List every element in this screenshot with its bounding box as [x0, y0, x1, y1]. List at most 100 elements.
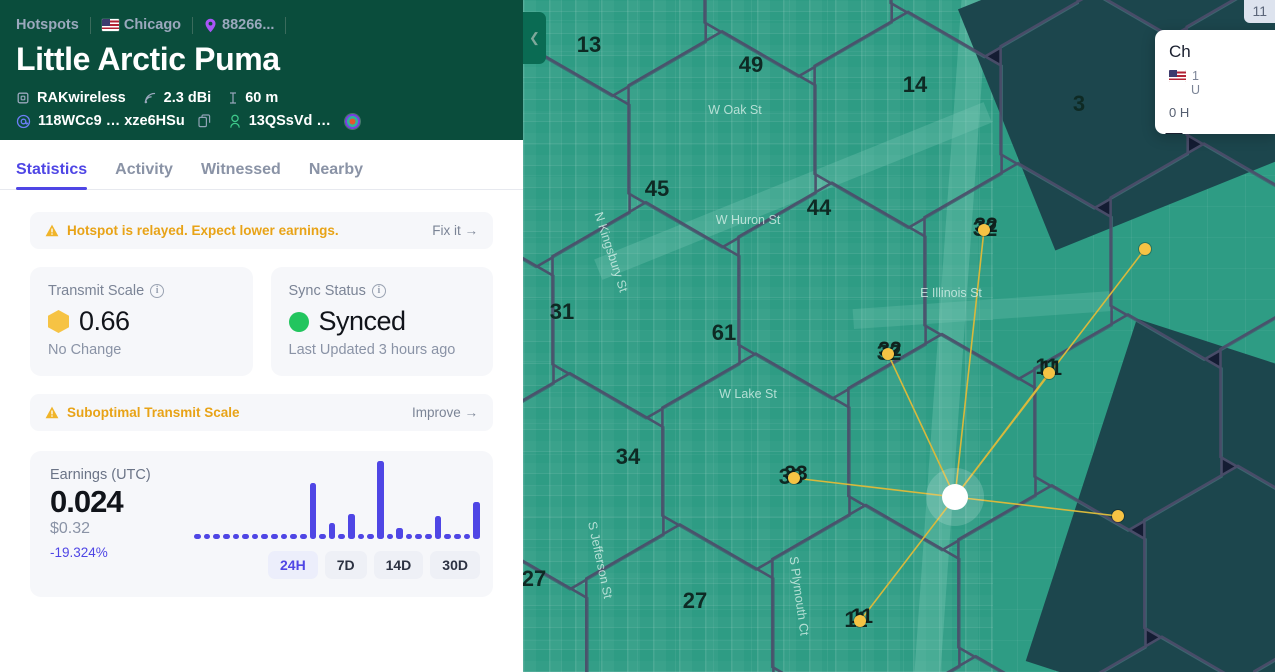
map-popup-card[interactable]: Ch 1 U 0 H: [1155, 30, 1275, 134]
antenna-gain-label: 2.3 dBi: [163, 90, 212, 107]
chart-bar[interactable]: [396, 528, 403, 539]
chart-bar[interactable]: [213, 534, 220, 539]
tab-statistics[interactable]: Statistics: [16, 162, 88, 190]
maker-label: RAKwireless: [37, 90, 126, 107]
hex-label: 13: [576, 32, 602, 57]
hex-label: 44: [806, 195, 832, 220]
range-label: 14D: [385, 557, 412, 573]
street-label: W Huron St: [715, 213, 781, 227]
street-label: S Jefferson St: [585, 520, 615, 600]
witness-marker[interactable]: [978, 224, 990, 236]
location-pin-icon: [204, 18, 217, 33]
hotspot-address: 118WCc9 … xze6HSu: [38, 113, 185, 130]
chart-bar[interactable]: [357, 534, 365, 539]
chart-bar[interactable]: [348, 514, 355, 539]
earnings-card: Earnings (UTC) 0.024 $0.32 -19.324% 24H …: [30, 451, 493, 597]
chart-bar[interactable]: [415, 534, 422, 539]
range-button-24h[interactable]: 24H: [268, 551, 318, 579]
chart-bar[interactable]: [463, 534, 471, 539]
avatar: [344, 113, 360, 129]
range-button-14d[interactable]: 14D: [373, 551, 424, 579]
chart-bar[interactable]: [444, 534, 451, 539]
chart-bar[interactable]: [222, 534, 230, 539]
chart-bar[interactable]: [425, 534, 432, 539]
info-icon[interactable]: i: [150, 284, 165, 298]
witness-marker[interactable]: [1139, 243, 1151, 255]
chart-bar[interactable]: [434, 515, 442, 539]
breadcrumb: Hotspots Chicago 88266...: [16, 10, 507, 40]
breadcrumb-item-chicago[interactable]: Chicago: [101, 17, 181, 33]
earnings-usd: $0.32: [50, 520, 91, 538]
hotspot-detail-panel: Hotspots Chicago 88266... Little Arctic …: [0, 0, 523, 672]
relay-alert-action[interactable]: Fix it →: [432, 223, 478, 238]
info-icon[interactable]: i: [371, 284, 386, 298]
chart-bar[interactable]: [261, 534, 268, 539]
map-view[interactable]: 1349143454431613232113433272711W Oak StW…: [523, 0, 1275, 672]
chart-bar[interactable]: [203, 534, 211, 539]
hotspot-marker[interactable]: [942, 484, 968, 510]
chart-bar[interactable]: [299, 534, 307, 539]
breadcrumb-item-hotspots[interactable]: Hotspots: [16, 17, 79, 33]
relay-alert-left: Hotspot is relayed. Expect lower earning…: [45, 223, 339, 238]
transmit-scale-label-row: Transmit Scale i: [48, 283, 235, 299]
chart-bar[interactable]: [194, 534, 201, 539]
breadcrumb-separator: [192, 16, 194, 34]
hex-label: 34: [615, 444, 641, 469]
chart-bar[interactable]: [309, 482, 317, 539]
owner-info[interactable]: 13QSsVd …: [228, 113, 360, 129]
sync-status-card: Sync Status i Synced Last Updated 3 hour…: [270, 267, 493, 376]
sync-status-value: Synced: [318, 306, 407, 336]
chart-bar[interactable]: [271, 534, 278, 539]
witness-marker[interactable]: [1112, 510, 1124, 522]
chart-bar[interactable]: [376, 461, 384, 539]
range-button-7d[interactable]: 7D: [324, 551, 367, 579]
suboptimal-alert: Suboptimal Transmit Scale Improve →: [30, 394, 493, 431]
tab-witnessed[interactable]: Witnessed: [201, 162, 281, 189]
witness-marker[interactable]: [882, 348, 894, 360]
chart-bar[interactable]: [328, 523, 336, 539]
chart-bar[interactable]: [367, 534, 374, 539]
breadcrumb-item-hex[interactable]: 88266...: [204, 17, 274, 33]
copy-icon[interactable]: [198, 114, 211, 128]
breadcrumb-label: Hotspots: [16, 17, 79, 33]
earnings-chart-area: 24H 7D 14D 30D: [190, 461, 480, 581]
warning-triangle-icon: [45, 406, 59, 419]
chart-bar[interactable]: [290, 534, 297, 539]
address-info: 118WCc9 … xze6HSu: [16, 113, 211, 129]
signal-icon: [143, 91, 157, 105]
chart-bar[interactable]: [242, 534, 249, 539]
chart-bar[interactable]: [319, 534, 326, 539]
witness-marker[interactable]: [1043, 367, 1055, 379]
hex-label: 14: [902, 72, 928, 97]
suboptimal-alert-action[interactable]: Improve →: [412, 405, 478, 420]
tab-nearby[interactable]: Nearby: [309, 162, 363, 189]
flag-usa-icon: [101, 19, 119, 31]
warning-triangle-icon: [45, 224, 59, 237]
person-icon: [228, 114, 242, 129]
breadcrumb-separator: [285, 16, 287, 34]
chart-bar[interactable]: [405, 534, 413, 539]
chart-bar[interactable]: [386, 534, 394, 539]
witness-marker[interactable]: [788, 472, 800, 484]
chart-bar[interactable]: [338, 534, 345, 539]
sync-status-label: Sync Status: [288, 283, 366, 299]
earnings-title: Earnings (UTC): [50, 467, 151, 483]
chart-bar[interactable]: [251, 534, 259, 539]
chart-bar[interactable]: [280, 534, 288, 539]
earnings-delta: -19.324%: [50, 545, 108, 561]
transmit-scale-card: Transmit Scale i 0.66 No Change: [30, 267, 253, 376]
chart-bar[interactable]: [453, 534, 461, 539]
chart-bar[interactable]: [232, 534, 240, 539]
earnings-bar-chart: [190, 461, 480, 539]
app-root: Hotspots Chicago 88266... Little Arctic …: [0, 0, 1275, 672]
street-label: E Illinois St: [920, 286, 982, 300]
chart-bar[interactable]: [473, 502, 480, 539]
witness-marker[interactable]: [854, 615, 866, 627]
range-button-30d[interactable]: 30D: [430, 551, 480, 579]
status-dot-green-icon: [288, 311, 309, 332]
collapse-panel-button[interactable]: ❮: [523, 12, 546, 64]
tab-activity[interactable]: Activity: [115, 162, 173, 189]
transmit-scale-value: 0.66: [79, 306, 130, 336]
transmit-scale-value-row: 0.66: [48, 306, 235, 337]
antenna-gain-info: 2.3 dBi: [143, 90, 212, 107]
